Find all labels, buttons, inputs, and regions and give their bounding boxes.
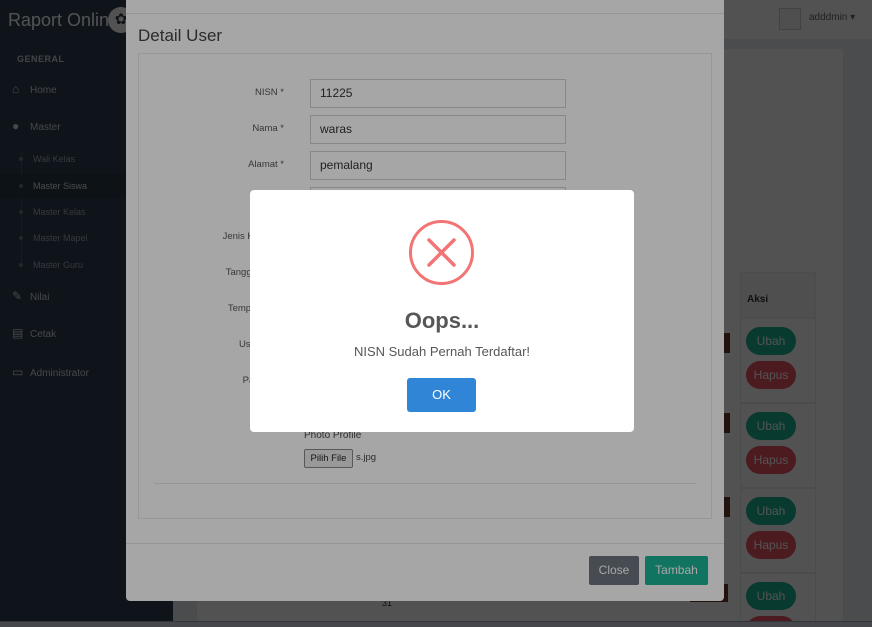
ok-button[interactable]: OK (407, 378, 476, 412)
error-alert-dialog: Oops... NISN Sudah Pernah Terdaftar! OK (250, 190, 634, 432)
alert-message: NISN Sudah Pernah Terdaftar! (353, 344, 531, 359)
error-x-icon (409, 220, 474, 285)
alert-title: Oops... (404, 308, 480, 333)
